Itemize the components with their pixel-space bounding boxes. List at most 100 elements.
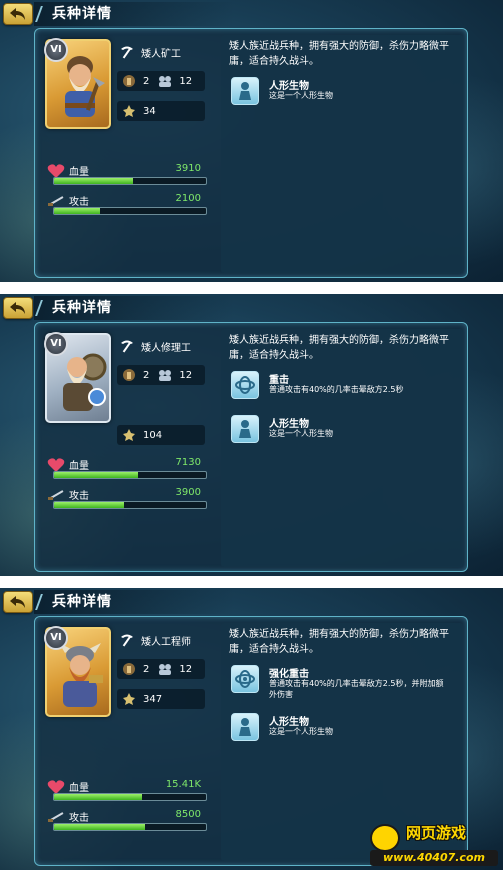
- helmet-icon: [121, 367, 137, 383]
- troop-count: 12: [179, 75, 193, 87]
- description-panel: 矮人族近战兵种，拥有强大的防御，杀伤力略微平庸，适合持久战斗。 重击 普通攻击有…: [221, 329, 463, 567]
- dwarf-miner-portrait: [65, 56, 105, 117]
- back-arrow-icon: [10, 302, 25, 314]
- trait-desc: 普通攻击有40%的几率击晕敌方2.5秒，并附加额外伤害: [269, 679, 444, 699]
- watermark-url: www.40407.com: [370, 850, 498, 866]
- trait-item[interactable]: 重击 普通攻击有40%的几率击晕敌方2.5秒: [231, 369, 457, 403]
- troop-count: 12: [179, 369, 193, 381]
- trait-desc: 这是一个人形生物: [269, 727, 333, 736]
- trait-desc: 普通攻击有40%的几率击晕敌方2.5秒: [269, 385, 404, 394]
- attack-bar: 攻击 8500: [45, 809, 207, 835]
- hp-label: 血量: [69, 167, 89, 178]
- cost-row: 104: [117, 425, 205, 445]
- unit-detail-screen: 兵种详情 VI 矮人矿工 2 12 34 血量 3910 攻击 2100 矮人族…: [0, 0, 503, 282]
- back-button[interactable]: [3, 297, 33, 319]
- unit-cost: 104: [143, 429, 163, 441]
- troop-count-icon: [157, 661, 173, 677]
- unit-space: 2: [143, 369, 150, 381]
- hp-bar-fill: [54, 794, 143, 800]
- hp-bar-fill: [54, 472, 138, 478]
- space-count-row: 2 12: [117, 71, 205, 91]
- unit-detail-screen: 兵种详情 VI 矮人修理工 2 12 104 血量 7130 攻击 3900 矮…: [0, 294, 503, 576]
- hp-bar: 血量 15.41K: [45, 779, 207, 805]
- unit-space: 2: [143, 75, 150, 87]
- attack-bar: 攻击 3900: [45, 487, 207, 513]
- helmet-icon: [121, 661, 137, 677]
- mascot-icon: [370, 824, 400, 852]
- humanoid-icon: [231, 713, 259, 741]
- attack-label: 攻击: [69, 197, 89, 208]
- helmet-icon: [121, 73, 137, 89]
- trait-item[interactable]: 人形生物 这是一个人形生物: [231, 711, 457, 745]
- heavy-strike-icon: [231, 371, 259, 399]
- pickaxe-icon: [121, 634, 133, 647]
- cost-icon: [121, 427, 137, 443]
- page-title: 兵种详情: [34, 2, 234, 26]
- unit-card[interactable]: VI: [44, 626, 111, 717]
- hp-value: 15.41K: [165, 779, 201, 790]
- page-title: 兵种详情: [34, 296, 234, 320]
- unit-cost: 347: [143, 693, 163, 705]
- site-watermark: 网页游戏 www.40407.com: [368, 818, 500, 868]
- trait-item[interactable]: 强化重击 普通攻击有40%的几率击晕敌方2.5秒，并附加额外伤害: [231, 663, 457, 699]
- trait-item[interactable]: 人形生物 这是一个人形生物: [231, 413, 457, 447]
- unit-panel: VI 矮人矿工 2 12 34 血量 3910 攻击 2100 矮人族近战兵种，…: [34, 28, 468, 278]
- unit-name: 矮人矿工: [141, 48, 181, 60]
- back-button[interactable]: [3, 3, 33, 25]
- unit-card[interactable]: VI: [44, 38, 111, 129]
- back-arrow-icon: [10, 596, 25, 608]
- dwarf-mechanic-portrait: [63, 353, 107, 411]
- unit-name: 矮人修理工: [141, 342, 191, 354]
- dwarf-engineer-portrait: [59, 643, 103, 707]
- hp-value: 7130: [175, 457, 201, 468]
- hp-bar-fill: [54, 178, 134, 184]
- hp-label: 血量: [69, 783, 89, 794]
- watermark-brand: 网页游戏: [406, 824, 467, 842]
- unit-card[interactable]: VI: [44, 332, 111, 423]
- hp-value: 3910: [175, 163, 201, 174]
- hp-bar: 血量 7130: [45, 457, 207, 483]
- space-count-row: 2 12: [117, 365, 205, 385]
- hp-bar: 血量 3910: [45, 163, 207, 189]
- rank-badge: VI: [44, 38, 68, 62]
- unit-description: 矮人族近战兵种，拥有强大的防御，杀伤力略微平庸，适合持久战斗。: [229, 335, 449, 361]
- cost-row: 347: [117, 689, 205, 709]
- attack-value: 8500: [175, 809, 201, 820]
- trait-desc: 这是一个人形生物: [269, 429, 333, 438]
- attack-bar: 攻击 2100: [45, 193, 207, 219]
- back-button[interactable]: [3, 591, 33, 613]
- enhanced-strike-icon: [231, 665, 259, 693]
- space-count-row: 2 12: [117, 659, 205, 679]
- unit-name: 矮人工程师: [141, 636, 191, 648]
- attack-bar-fill: [54, 502, 124, 508]
- pickaxe-icon: [121, 46, 133, 59]
- attack-label: 攻击: [69, 813, 89, 824]
- trait-desc: 这是一个人形生物: [269, 91, 333, 100]
- troop-count-icon: [157, 367, 173, 383]
- unit-name-row: 矮人矿工: [119, 43, 181, 61]
- attack-value: 2100: [175, 193, 201, 204]
- pickaxe-icon: [121, 340, 133, 353]
- cost-icon: [121, 103, 137, 119]
- cost-icon: [121, 691, 137, 707]
- trait-item[interactable]: 人形生物 这是一个人形生物: [231, 75, 457, 109]
- rank-badge: VI: [44, 332, 68, 356]
- page-title: 兵种详情: [34, 590, 234, 614]
- hp-label: 血量: [69, 461, 89, 472]
- unit-name-row: 矮人工程师: [119, 631, 191, 649]
- humanoid-icon: [231, 415, 259, 443]
- attack-bar-fill: [54, 208, 100, 214]
- rank-badge: VI: [44, 626, 68, 650]
- unit-cost: 34: [143, 105, 156, 117]
- back-arrow-icon: [10, 8, 25, 20]
- unit-space: 2: [143, 663, 150, 675]
- cost-row: 34: [117, 101, 205, 121]
- unit-description: 矮人族近战兵种，拥有强大的防御，杀伤力略微平庸，适合持久战斗。: [229, 41, 449, 67]
- description-panel: 矮人族近战兵种，拥有强大的防御，杀伤力略微平庸，适合持久战斗。 人形生物 这是一…: [221, 35, 463, 273]
- unit-name-row: 矮人修理工: [119, 337, 191, 355]
- unit-panel: VI 矮人修理工 2 12 104 血量 7130 攻击 3900 矮人族近战兵…: [34, 322, 468, 572]
- attack-bar-fill: [54, 824, 146, 830]
- attack-label: 攻击: [69, 491, 89, 502]
- troop-count: 12: [179, 663, 193, 675]
- attack-value: 3900: [175, 487, 201, 498]
